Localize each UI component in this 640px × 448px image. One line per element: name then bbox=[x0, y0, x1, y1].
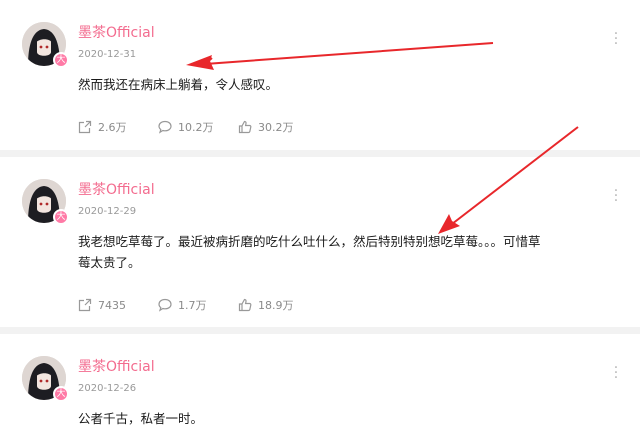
comment-button[interactable]: 10.2万 bbox=[158, 119, 214, 135]
post-text: 公者千古，私者一时。 bbox=[78, 411, 204, 426]
avatar[interactable]: 大 bbox=[22, 356, 69, 402]
post-text: 然而我还在病床上躺着，令人感叹。 bbox=[78, 77, 279, 92]
like-button[interactable]: 30.2万 bbox=[238, 119, 294, 135]
username[interactable]: 墨茶Official bbox=[78, 182, 155, 198]
comment-icon bbox=[158, 120, 172, 134]
vertical-ellipsis-icon[interactable]: · · · bbox=[612, 27, 620, 51]
post-card: 大 墨茶Official 2020-12-31 · · · 然而我还在病床上躺着，令… bbox=[0, 0, 640, 150]
verified-badge: 大 bbox=[53, 52, 69, 68]
thumb-up-icon bbox=[238, 120, 252, 134]
post-date[interactable]: 2020-12-31 bbox=[78, 49, 136, 61]
vertical-ellipsis-icon[interactable]: · · · bbox=[612, 361, 620, 385]
like-count: 18.9万 bbox=[258, 299, 294, 312]
comment-icon bbox=[158, 298, 172, 312]
share-button[interactable]: 2.6万 bbox=[78, 119, 127, 135]
username[interactable]: 墨茶Official bbox=[78, 359, 155, 375]
like-count: 30.2万 bbox=[258, 121, 294, 134]
share-count: 7435 bbox=[98, 298, 126, 312]
post-card: 大 墨茶Official 2020-12-26 · · · 公者千古，私者一时。 bbox=[0, 334, 640, 448]
post-date[interactable]: 2020-12-29 bbox=[78, 206, 136, 218]
vertical-ellipsis-icon[interactable]: · · · bbox=[612, 184, 620, 208]
avatar[interactable]: 大 bbox=[22, 22, 69, 68]
verified-badge: 大 bbox=[53, 386, 69, 402]
avatar[interactable]: 大 bbox=[22, 179, 69, 225]
share-icon bbox=[78, 298, 92, 312]
share-button[interactable]: 7435 bbox=[78, 297, 126, 313]
post-date[interactable]: 2020-12-26 bbox=[78, 383, 136, 395]
username[interactable]: 墨茶Official bbox=[78, 25, 155, 41]
comment-button[interactable]: 1.7万 bbox=[158, 297, 207, 313]
share-count: 2.6万 bbox=[98, 121, 127, 134]
verified-badge: 大 bbox=[53, 209, 69, 225]
post-text: 我老想吃草莓了。最近被病折磨的吃什么吐什么，然后特别特别想吃草莓。。。可惜草莓太… bbox=[78, 234, 541, 270]
like-button[interactable]: 18.9万 bbox=[238, 297, 294, 313]
post-card: 大 墨茶Official 2020-12-29 · · · 我老想吃草莓了。最近被病… bbox=[0, 157, 640, 327]
comment-count: 10.2万 bbox=[178, 121, 214, 134]
comment-count: 1.7万 bbox=[178, 299, 207, 312]
share-icon bbox=[78, 120, 92, 134]
thumb-up-icon bbox=[238, 298, 252, 312]
